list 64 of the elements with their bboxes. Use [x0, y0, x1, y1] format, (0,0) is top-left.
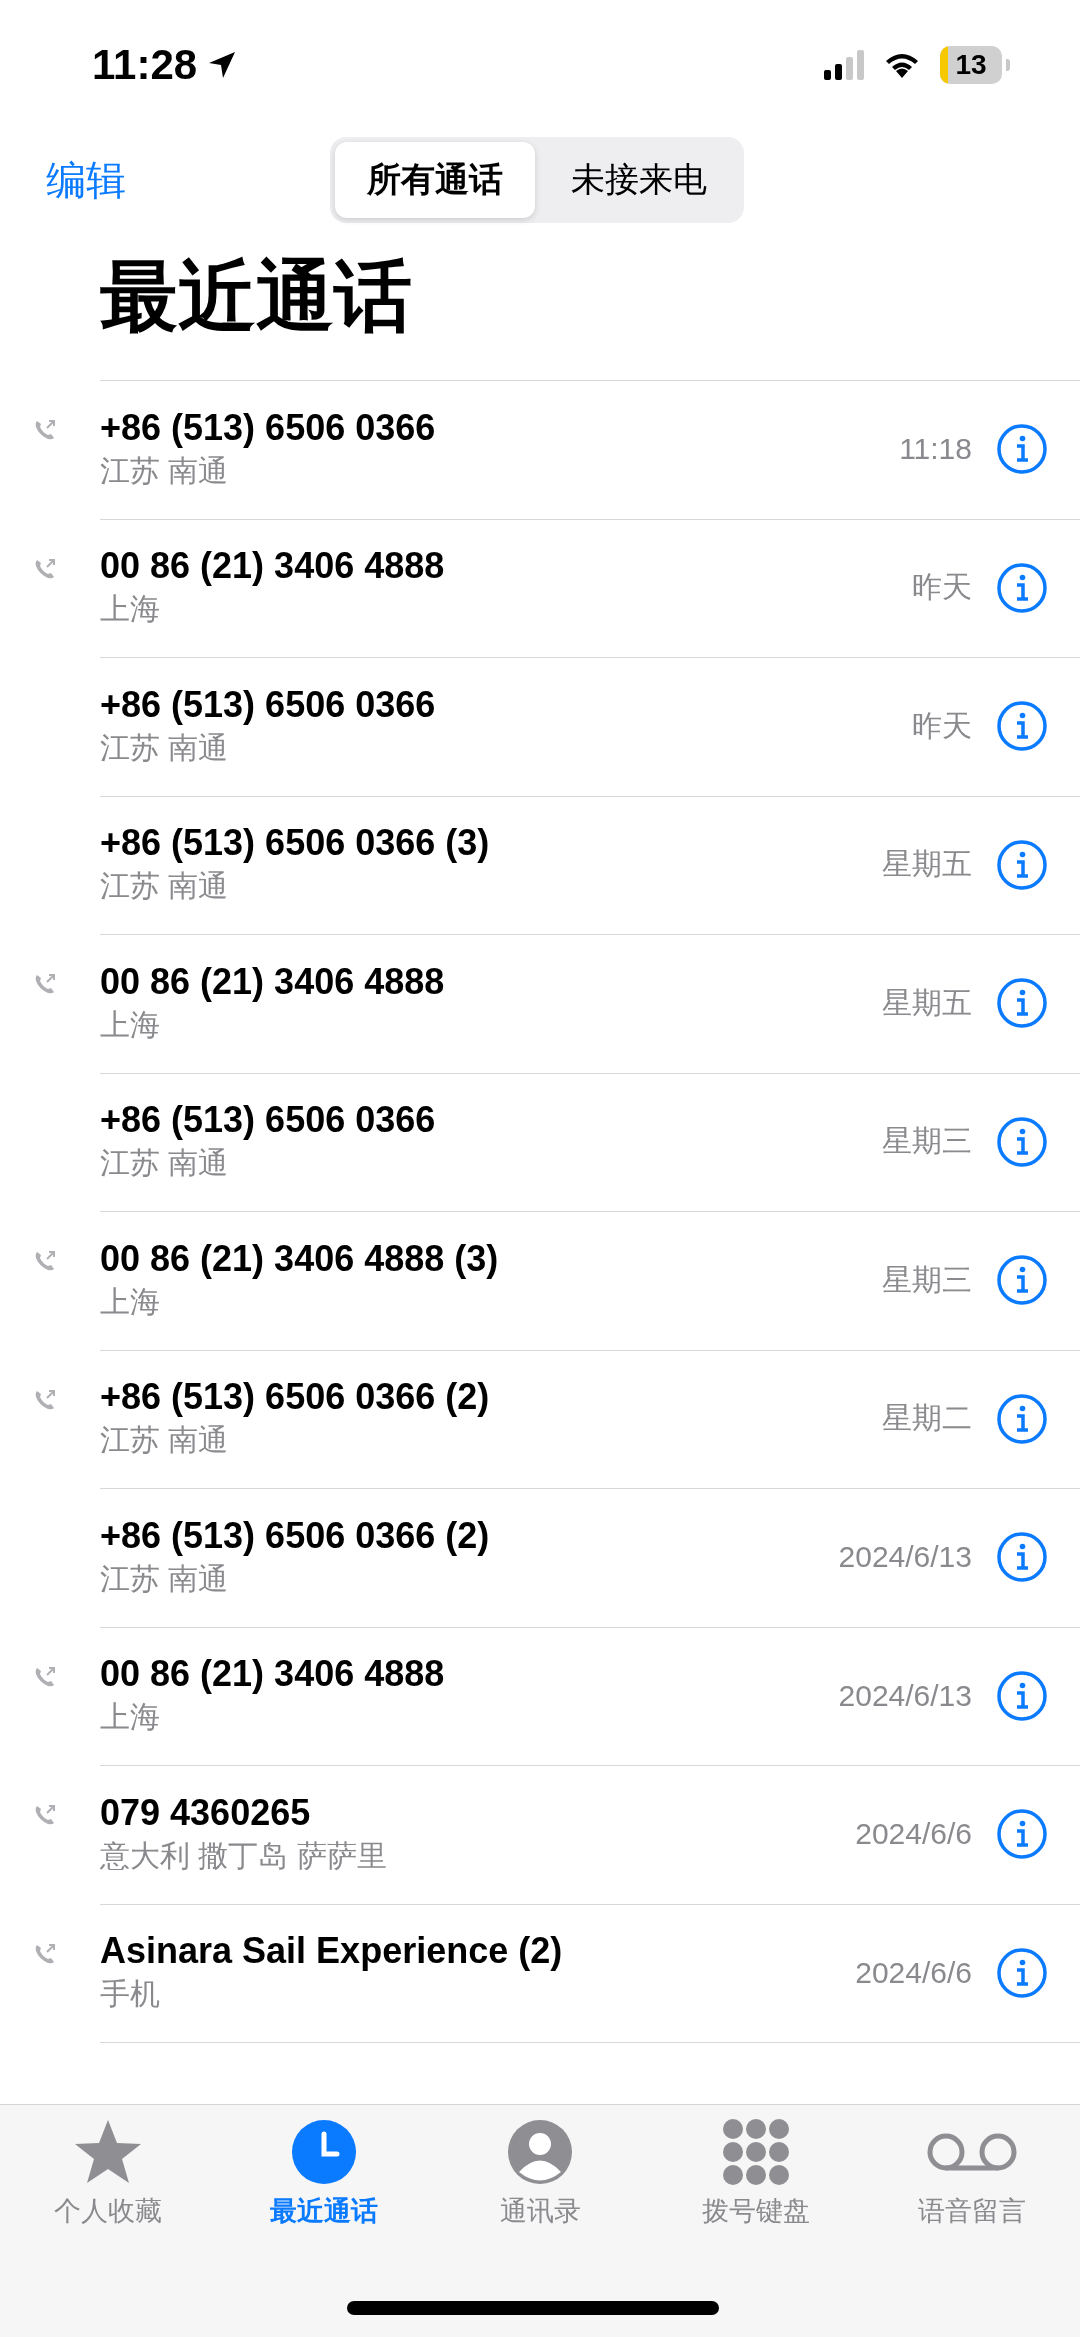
segment-tab[interactable]: 所有通话 — [335, 142, 535, 218]
info-icon[interactable] — [996, 838, 1048, 891]
caller-location: 上海 — [100, 591, 161, 628]
call-time: 昨天 — [912, 569, 972, 606]
call-time: 星期二 — [882, 1400, 972, 1437]
tab-bar-item[interactable]: 拨号键盘 — [648, 2117, 864, 2229]
caller-name: 00 86 (21) 3406 4888 (3) — [100, 1237, 500, 1280]
info-icon[interactable] — [996, 1531, 1048, 1584]
signal-icon — [824, 50, 864, 80]
info-icon[interactable] — [996, 977, 1048, 1030]
call-time: 2024/6/6 — [855, 1817, 972, 1852]
keypad-icon — [721, 2117, 791, 2187]
call-time: 11:18 — [899, 432, 972, 467]
info-icon[interactable] — [996, 1808, 1048, 1861]
caller-location: 上海 — [100, 1006, 161, 1043]
info-icon[interactable] — [996, 700, 1048, 753]
caller-name: +86 (513) 6506 0366 — [100, 406, 437, 449]
info-icon[interactable] — [996, 1946, 1048, 1999]
call-time: 星期三 — [882, 1123, 972, 1160]
tab-bar-item[interactable]: 最近通话 — [216, 2117, 432, 2229]
call-time: 2024/6/13 — [838, 1540, 972, 1575]
caller-name: +86 (513) 6506 0366 — [100, 1099, 437, 1142]
call-time: 星期五 — [882, 984, 972, 1021]
page-title: 最近通话 — [99, 251, 413, 342]
segment-tab[interactable]: 未接来电 — [539, 142, 739, 218]
caller-location: 江苏 南通 — [100, 1145, 230, 1182]
person-icon — [505, 2117, 575, 2187]
caller-name: 079 4360265 — [100, 1791, 312, 1834]
caller-name: +86 (513) 6506 0366 (2) — [100, 1514, 491, 1557]
call-time: 2024/6/6 — [855, 1955, 972, 1990]
info-icon[interactable] — [996, 1392, 1048, 1445]
call-time: 2024/6/13 — [838, 1678, 972, 1713]
caller-name: +86 (513) 6506 0366 (2) — [100, 1376, 491, 1419]
caller-name: 00 86 (21) 3406 4888 — [100, 1653, 446, 1696]
call-time: 昨天 — [912, 707, 972, 744]
caller-location: 意大利 撒丁岛 萨萨里 — [100, 1837, 388, 1874]
info-icon[interactable] — [996, 1669, 1048, 1722]
edit-button[interactable]: 编辑 — [46, 152, 126, 208]
caller-name: +86 (513) 6506 0366 (3) — [100, 822, 491, 865]
call-time: 星期五 — [882, 846, 972, 883]
caller-location: 上海 — [100, 1699, 161, 1736]
call-time: 星期三 — [882, 1261, 972, 1298]
caller-name: 00 86 (21) 3406 4888 — [100, 545, 446, 588]
caller-name: 00 86 (21) 3406 4888 — [100, 960, 446, 1003]
info-icon[interactable] — [996, 1254, 1048, 1307]
status-time: 11:28 — [92, 41, 198, 89]
battery-indicator: 13 — [940, 46, 1002, 84]
clock-icon — [289, 2117, 359, 2187]
info-icon[interactable] — [996, 1115, 1048, 1168]
caller-location: 江苏 南通 — [100, 729, 230, 766]
caller-location: 上海 — [100, 1283, 161, 1320]
caller-location: 江苏 南通 — [100, 1560, 230, 1597]
caller-location: 江苏 南通 — [100, 452, 230, 489]
caller-name: +86 (513) 6506 0366 — [100, 683, 437, 726]
caller-location: 江苏 南通 — [100, 1422, 230, 1459]
tab-bar-item[interactable]: 通讯录 — [432, 2117, 648, 2229]
tab-bar-item[interactable]: 个人收藏 — [0, 2117, 216, 2229]
caller-name: Asinara Sail Experience (2) — [100, 1930, 564, 1973]
location-arrow-icon — [207, 50, 238, 80]
info-icon[interactable] — [996, 423, 1048, 476]
caller-location: 手机 — [100, 1976, 161, 2013]
tab-bar-item[interactable]: 语音留言 — [864, 2117, 1080, 2229]
info-icon[interactable] — [996, 561, 1048, 614]
caller-location: 江苏 南通 — [100, 868, 230, 905]
